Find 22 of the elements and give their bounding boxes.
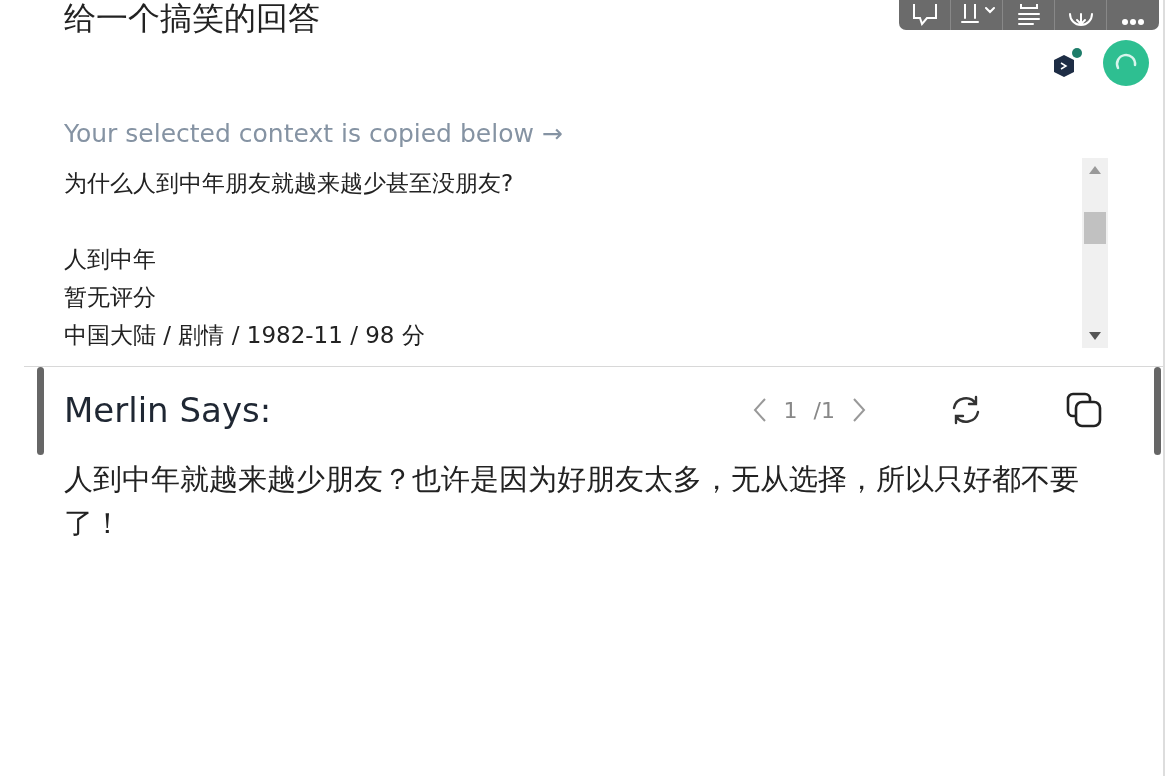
drag-handle[interactable] (1154, 367, 1161, 455)
spinner-icon (1103, 40, 1149, 86)
previous-button[interactable] (751, 397, 768, 423)
context-text-line: 为什么人到中年朋友就越来越少甚至没朋友? (64, 169, 514, 198)
drag-handle[interactable] (37, 367, 44, 455)
download-icon (1068, 13, 1093, 26)
context-text-line: 暂无评分 (64, 283, 157, 312)
context-text-line: 中国大陆 / 剧情 / 1982-11 / 98 分 (64, 321, 426, 350)
prompt-title: 给一个搞笑的回答 (64, 0, 320, 39)
answer-text: 人到中年就越来越少朋友？也许是因为好朋友太多，无从选择，所以只好都不要了！ (64, 461, 1080, 542)
page-total: /1 (813, 397, 835, 423)
comment-icon (910, 4, 939, 26)
answer-title: Merlin Says: (64, 390, 272, 430)
scroll-thumb[interactable] (1084, 212, 1106, 244)
more-icon (1121, 18, 1145, 26)
hexagon-icon[interactable] (1053, 47, 1083, 79)
context-text-line: 人到中年 (64, 245, 157, 274)
context-label: Your selected context is copied below → (63, 118, 564, 150)
scroll-down-arrow-icon[interactable] (1089, 332, 1101, 340)
copy-button[interactable] (1065, 392, 1103, 428)
page-number: 1 (783, 397, 798, 423)
next-button[interactable] (851, 397, 867, 423)
